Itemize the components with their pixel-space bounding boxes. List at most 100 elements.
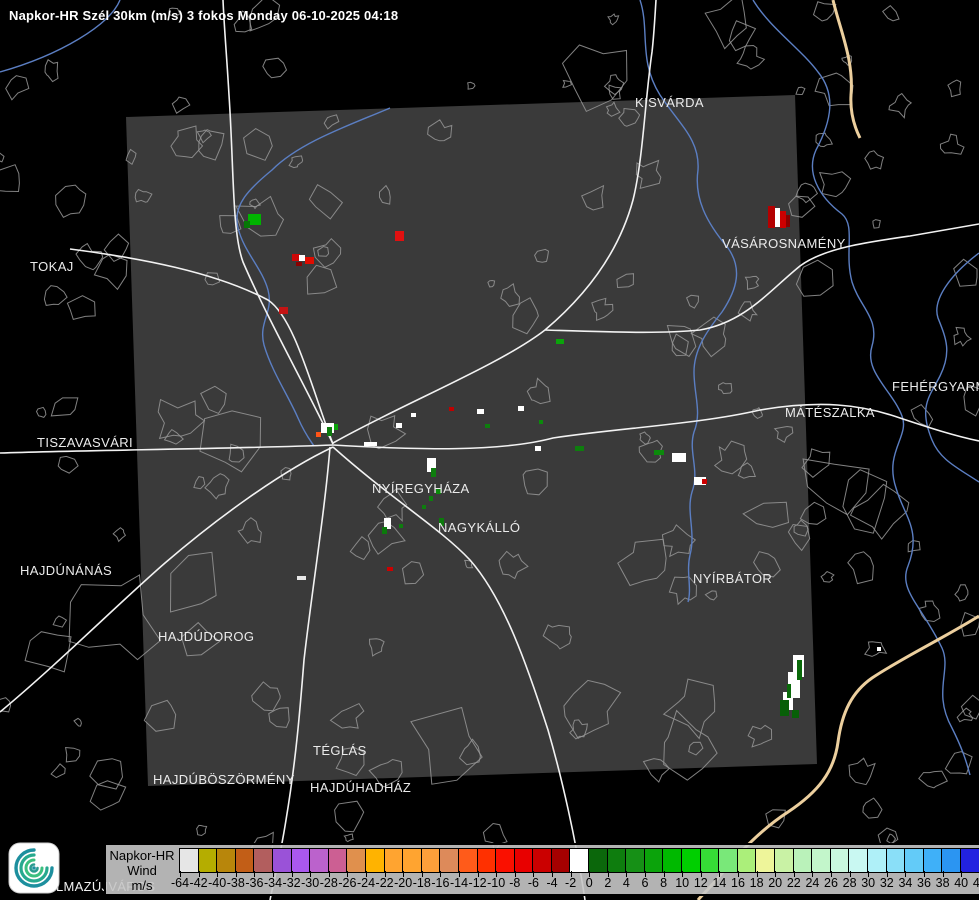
legend-title: Napkor-HR Wind m/s <box>108 846 176 894</box>
settlement-outline <box>953 326 973 347</box>
radar-echo <box>556 339 564 344</box>
radar-echo <box>244 221 250 228</box>
radar-echo <box>702 479 707 484</box>
radar-echo <box>422 505 426 509</box>
settlement-outline <box>24 631 72 673</box>
radar-echo <box>797 660 802 680</box>
radar-echo <box>485 424 490 428</box>
legend-color-box <box>606 848 627 873</box>
settlement-outline <box>50 763 66 779</box>
legend-color-box <box>681 848 701 873</box>
legend-color-box <box>736 848 757 873</box>
settlement-outline <box>5 75 30 101</box>
settlement-outline <box>44 59 59 83</box>
settlement-outline <box>171 96 191 114</box>
radar-echo <box>780 211 786 228</box>
radar-echo <box>396 423 402 428</box>
settlement-outline <box>907 539 921 553</box>
legend-color-box <box>755 848 775 873</box>
radar-echo <box>436 488 441 494</box>
radar-echo <box>411 413 416 417</box>
settlement-outline <box>334 800 365 833</box>
radar-echo <box>382 527 387 534</box>
legend-color-box <box>904 848 924 873</box>
legend-color-box <box>941 848 961 873</box>
radar-echo <box>792 710 799 718</box>
settlement-outline <box>562 79 573 88</box>
radar-echo <box>299 255 305 261</box>
map-title: Napkor-HR Szél 30km (m/s) 3 fokos Monday… <box>9 8 399 23</box>
major-road <box>831 0 862 139</box>
settlement-outline <box>888 92 913 119</box>
radar-echo <box>316 432 321 437</box>
radar-echo <box>539 420 543 424</box>
legend-color-box <box>513 848 534 873</box>
legend-color-scale <box>179 848 979 873</box>
settlement-outline <box>963 383 979 417</box>
radar-echo <box>439 518 444 526</box>
settlement-outline <box>802 458 870 516</box>
radar-echo <box>429 496 433 501</box>
legend-color-box <box>532 848 552 873</box>
legend-color-box <box>290 848 311 873</box>
settlement-outline <box>196 824 208 837</box>
legend-color-box <box>179 848 199 873</box>
legend-color-box <box>253 848 273 873</box>
radar-echo <box>575 446 584 451</box>
legend-color-box <box>550 848 571 873</box>
settlement-outline <box>603 74 625 96</box>
legend-color-box <box>699 848 720 873</box>
radar-echo <box>292 254 300 261</box>
settlement-outline <box>881 5 900 22</box>
settlement-outline <box>954 584 969 602</box>
legend-color-box <box>364 848 385 873</box>
radar-echo <box>477 409 484 414</box>
legend-color-box <box>197 848 218 873</box>
settlement-outline <box>704 0 747 50</box>
legend-color-box <box>439 848 459 873</box>
scan-area <box>126 95 817 786</box>
legend-color-box <box>457 848 478 873</box>
radar-echo <box>654 450 664 455</box>
legend-color-box <box>402 848 422 873</box>
settlement-outline <box>467 81 476 90</box>
legend-color-box <box>625 848 645 873</box>
legend-color-box <box>420 848 441 873</box>
radar-echo <box>780 700 789 716</box>
settlement-outline <box>607 13 620 26</box>
radar-echo <box>672 453 686 462</box>
legend-color-box <box>327 848 348 873</box>
legend-color-box <box>309 848 329 873</box>
legend-color-box <box>718 848 738 873</box>
settlement-outline <box>795 182 819 204</box>
settlement-outline <box>812 1 837 22</box>
radar-echo <box>387 567 393 571</box>
settlement-outline <box>863 641 888 657</box>
radar-echo <box>786 215 790 227</box>
settlement-outline <box>35 406 47 418</box>
settlement-outline <box>73 717 82 727</box>
settlement-outline <box>862 797 883 819</box>
legend-product-label: Napkor-HR <box>109 847 175 863</box>
radar-echo <box>305 257 314 264</box>
legend-color-box <box>662 848 683 873</box>
radar-echo <box>431 468 436 477</box>
settlement-outline <box>43 285 68 306</box>
legend-unit-label: m/s <box>131 877 153 893</box>
radar-echo <box>327 427 332 436</box>
legend-color-box <box>829 848 850 873</box>
radar-echo <box>399 524 403 528</box>
legend-color-box <box>476 848 497 873</box>
legend-color-box <box>234 848 255 873</box>
radar-echo <box>787 684 791 698</box>
settlement-outline <box>939 133 965 155</box>
settlement-outline <box>93 253 128 291</box>
radar-echo <box>877 647 881 651</box>
settlement-outline <box>0 152 5 163</box>
legend-color-box <box>959 848 979 873</box>
settlement-outline <box>814 72 854 107</box>
radar-echo <box>297 576 306 580</box>
legend-color-box <box>271 848 292 873</box>
settlement-outline <box>818 171 852 198</box>
settlement-outline <box>65 746 81 763</box>
